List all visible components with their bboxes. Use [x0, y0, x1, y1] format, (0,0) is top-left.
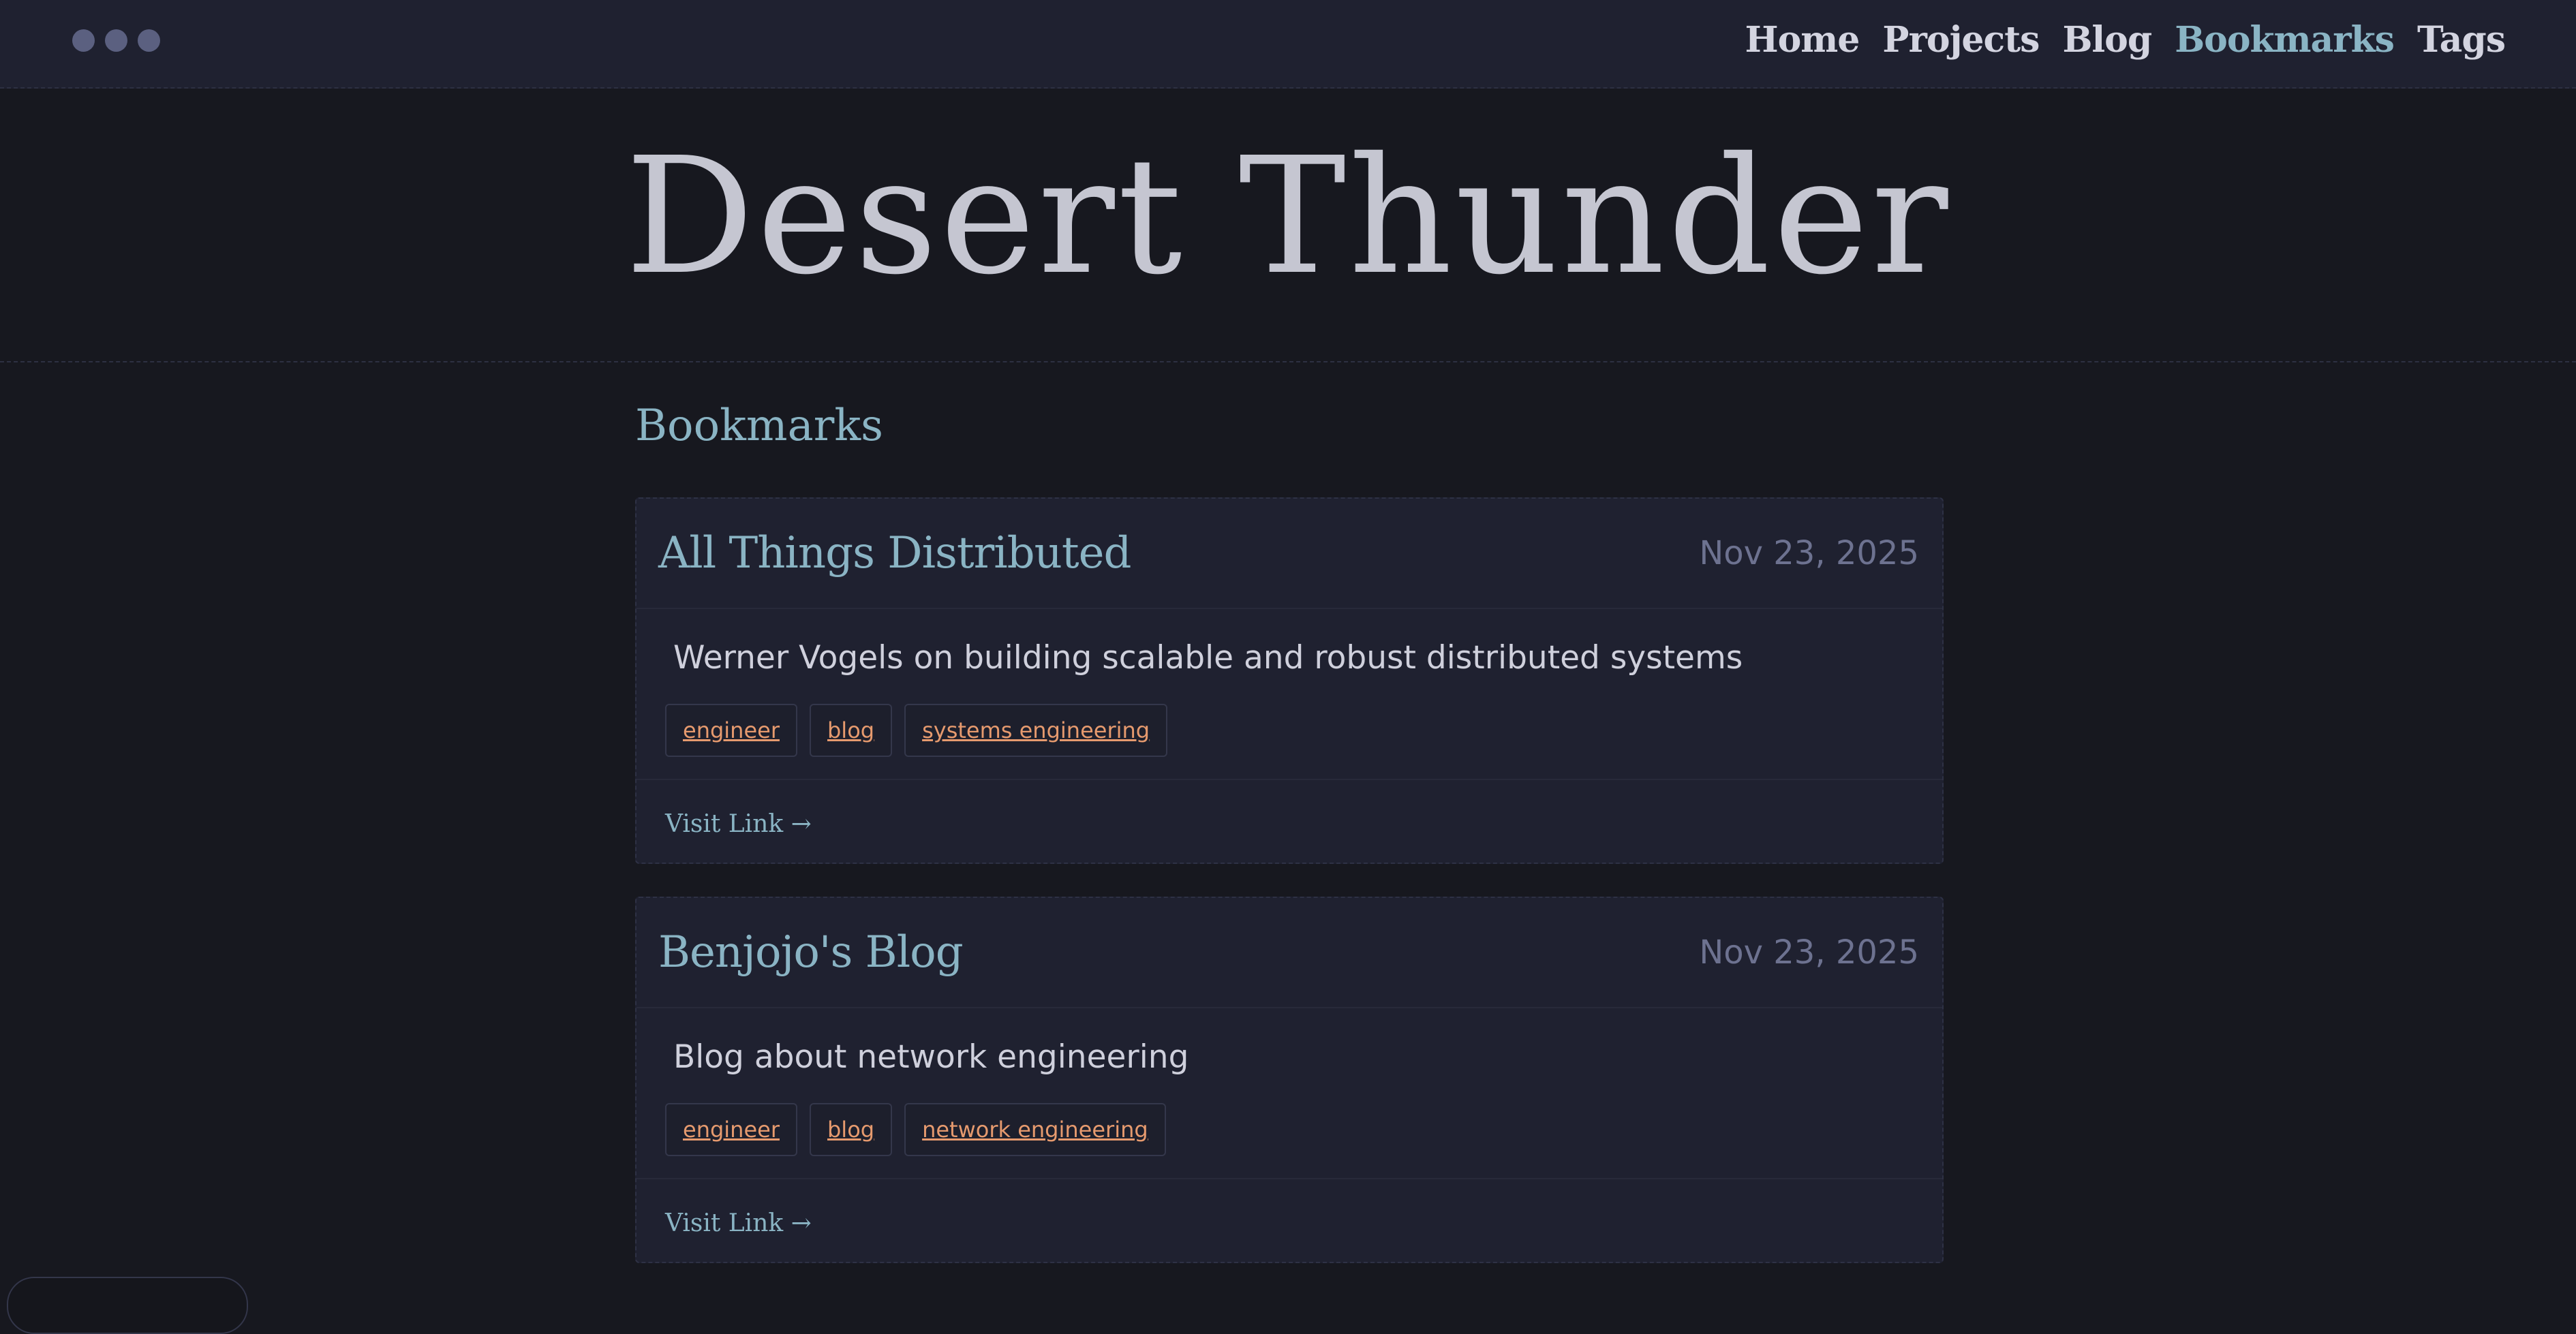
top-navbar: Home Projects Blog Bookmarks Tags [0, 0, 2576, 89]
dot-icon[interactable] [138, 29, 160, 52]
tag-badge[interactable]: network engineering [904, 1103, 1166, 1157]
page-title: Bookmarks [635, 401, 883, 451]
bookmark-card-body: Werner Vogels on building scalable and r… [637, 609, 1942, 781]
nav-bookmarks-link[interactable]: Bookmarks [2175, 19, 2395, 61]
bookmark-description: Blog about network engineering [673, 1038, 1189, 1076]
tag-list: engineer blog systems engineering [665, 704, 1915, 758]
tag-badge[interactable]: blog [809, 1103, 893, 1157]
tag-list: engineer blog network engineering [665, 1103, 1915, 1157]
nav-tags-link[interactable]: Tags [2417, 19, 2506, 61]
main-content: Bookmarks All Things Distributed Nov 23,… [635, 402, 1944, 1296]
bookmark-date: Nov 23, 2025 [1699, 534, 1919, 573]
bookmark-card-header: Benjojo's Blog Nov 23, 2025 [637, 898, 1942, 1009]
bookmark-description: Werner Vogels on building scalable and r… [673, 639, 1743, 677]
main-nav: Home Projects Blog Bookmarks Tags [1745, 19, 2506, 61]
dot-icon[interactable] [72, 29, 95, 52]
window-controls [72, 29, 160, 52]
site-title: Desert Thunder [625, 123, 1951, 310]
bookmark-title-link[interactable]: Benjojo's Blog [658, 927, 964, 978]
nav-projects-link[interactable]: Projects [1882, 19, 2040, 61]
tag-badge[interactable]: systems engineering [904, 704, 1168, 758]
visit-link[interactable]: Visit Link → [665, 1209, 812, 1237]
tag-badge[interactable]: engineer [665, 1103, 797, 1157]
bookmark-card: Benjojo's Blog Nov 23, 2025 Blog about n… [635, 897, 1944, 1264]
bookmark-title-link[interactable]: All Things Distributed [658, 528, 1131, 578]
dot-icon[interactable] [105, 29, 127, 52]
bookmark-card-header: All Things Distributed Nov 23, 2025 [637, 499, 1942, 610]
hero-banner: Desert Thunder [0, 89, 2576, 362]
bookmark-card-body: Blog about network engineering engineer … [637, 1008, 1942, 1180]
bookmark-card-footer: Visit Link → [637, 1179, 1942, 1262]
bookmark-card-footer: Visit Link → [637, 780, 1942, 863]
dev-toolbar-widget[interactable] [7, 1277, 248, 1334]
tag-badge[interactable]: blog [809, 704, 893, 758]
visit-link[interactable]: Visit Link → [665, 810, 812, 838]
nav-home-link[interactable]: Home [1745, 19, 1860, 61]
bookmark-date: Nov 23, 2025 [1699, 933, 1919, 972]
bookmark-card: All Things Distributed Nov 23, 2025 Wern… [635, 497, 1944, 865]
nav-blog-link[interactable]: Blog [2062, 19, 2152, 61]
tag-badge[interactable]: engineer [665, 704, 797, 758]
